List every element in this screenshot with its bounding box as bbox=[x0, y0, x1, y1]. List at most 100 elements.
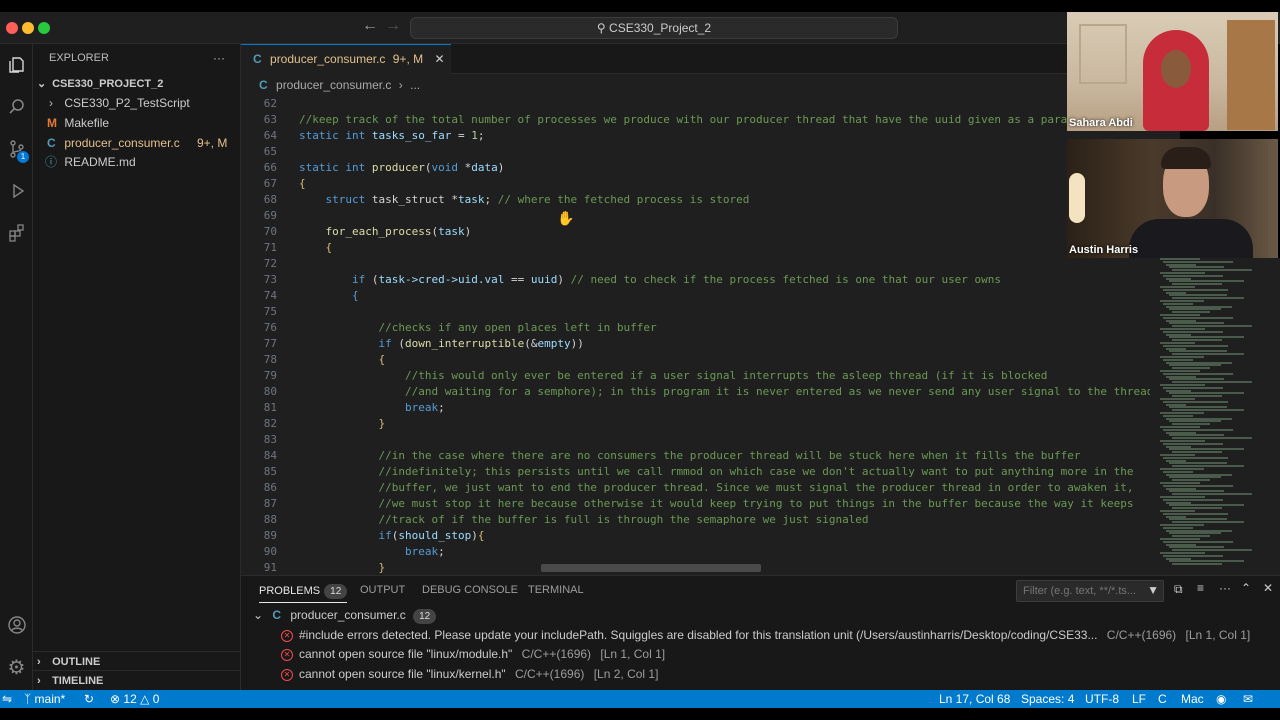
sidebar-item-testscript-folder[interactable]: › CSE330_P2_TestScript bbox=[33, 93, 241, 113]
account-icon[interactable] bbox=[0, 610, 33, 640]
filter-input[interactable]: ▼ bbox=[1016, 580, 1164, 602]
code-line[interactable]: 72 bbox=[241, 256, 1180, 272]
command-center-search[interactable]: ⚲ CSE330_Project_2 bbox=[410, 17, 898, 39]
code-line[interactable]: 86 //buffer, we just want to end the pro… bbox=[241, 480, 1180, 496]
code-token: ; bbox=[484, 193, 498, 206]
sidebar-item-readme[interactable]: ⓘ README.md bbox=[33, 152, 241, 172]
more-actions-icon[interactable]: ··· bbox=[213, 48, 233, 68]
language-status[interactable]: C bbox=[1158, 690, 1167, 708]
back-arrow-icon[interactable]: ← bbox=[362, 17, 378, 35]
minimap-line bbox=[1160, 258, 1200, 260]
code-line[interactable]: 71 { bbox=[241, 240, 1180, 256]
problems-status[interactable]: ⊗ 12 △ 0 bbox=[110, 690, 159, 708]
code-line[interactable]: 74 { bbox=[241, 288, 1180, 304]
source-control-icon[interactable]: 1 bbox=[0, 134, 33, 164]
code-token: ) bbox=[471, 529, 478, 542]
minimap[interactable] bbox=[1150, 258, 1280, 575]
code-line[interactable]: 80 //and waiting for a semphore); in thi… bbox=[241, 384, 1180, 400]
extensions-icon[interactable] bbox=[0, 218, 33, 248]
copy-icon[interactable]: ⧉ bbox=[1174, 582, 1183, 597]
minimap-line bbox=[1160, 454, 1195, 456]
problem-row[interactable]: ✕ cannot open source file "linux/module.h… bbox=[241, 644, 1280, 664]
wall-frame bbox=[1079, 24, 1127, 84]
outline-label: OUTLINE bbox=[52, 656, 101, 668]
timeline-section[interactable]: › TIMELINE bbox=[33, 670, 241, 690]
encoding-status[interactable]: UTF-8 bbox=[1085, 690, 1119, 708]
settings-gear-icon[interactable]: ⚙ bbox=[0, 652, 33, 682]
code-line[interactable]: 87 //we must stop it here because otherw… bbox=[241, 496, 1180, 512]
code-line[interactable]: 78 { bbox=[241, 352, 1180, 368]
code-line[interactable]: 75 bbox=[241, 304, 1180, 320]
code-line[interactable]: 89 if(should_stop){ bbox=[241, 528, 1180, 544]
code-token: static int bbox=[299, 129, 372, 142]
close-panel-icon[interactable]: ✕ bbox=[1263, 581, 1273, 595]
tab-problems[interactable]: PROBLEMS 12 bbox=[259, 584, 348, 603]
filter-field[interactable] bbox=[1017, 581, 1141, 601]
code-line[interactable]: 65 bbox=[241, 144, 1180, 160]
code-line[interactable]: 67 { bbox=[241, 176, 1180, 192]
list-view-icon[interactable]: ≡ bbox=[1197, 581, 1204, 595]
sidebar-item-producer-consumer[interactable]: C producer_consumer.c 9+, M bbox=[33, 133, 241, 153]
maximize-window-button[interactable] bbox=[38, 22, 50, 34]
horizontal-scrollbar[interactable] bbox=[541, 564, 761, 572]
code-line[interactable]: 68 struct task_struct *task; // where th… bbox=[241, 192, 1180, 208]
platform-status[interactable]: Mac bbox=[1181, 690, 1204, 708]
more-actions-icon[interactable]: ··· bbox=[1219, 581, 1231, 595]
code-line[interactable]: 70 for_each_process(task) bbox=[241, 224, 1180, 240]
code-line[interactable]: 79 //this would only ever be entered if … bbox=[241, 368, 1180, 384]
code-line[interactable]: 88 //track of if the buffer is full is t… bbox=[241, 512, 1180, 528]
tab-terminal[interactable]: TERMINAL bbox=[528, 584, 584, 596]
run-debug-icon[interactable] bbox=[0, 176, 33, 206]
line-source: for_each_process(task) bbox=[299, 224, 472, 240]
code-lines[interactable]: 62 63 //keep track of the total number of … bbox=[241, 96, 1180, 575]
forward-arrow-icon[interactable]: → bbox=[385, 17, 401, 35]
remote-icon[interactable]: ⇋ bbox=[2, 690, 12, 708]
workspace-root[interactable]: ⌄ CSE330_PROJECT_2 bbox=[33, 74, 241, 94]
eol-status[interactable]: LF bbox=[1132, 690, 1146, 708]
tab-output[interactable]: OUTPUT bbox=[360, 584, 405, 596]
notifications-bell-icon[interactable]: ✉ bbox=[1243, 690, 1253, 708]
code-line[interactable]: 83 bbox=[241, 432, 1180, 448]
branch-status[interactable]: ᛉ main* bbox=[24, 690, 65, 708]
sidebar-item-makefile[interactable]: M Makefile bbox=[33, 113, 241, 133]
code-line[interactable]: 76 //checks if any open places left in b… bbox=[241, 320, 1180, 336]
filter-icon[interactable]: ▼ bbox=[1147, 583, 1159, 597]
search-sidebar-icon[interactable] bbox=[0, 92, 33, 122]
indentation-status[interactable]: Spaces: 4 bbox=[1021, 690, 1074, 708]
close-window-button[interactable] bbox=[6, 22, 18, 34]
code-token: 1 bbox=[471, 129, 478, 142]
problem-row[interactable]: ✕ #include errors detected. Please update… bbox=[241, 625, 1280, 645]
code-line[interactable]: 90 break; bbox=[241, 544, 1180, 560]
minimize-window-button[interactable] bbox=[22, 22, 34, 34]
breadcrumb-file[interactable]: producer_consumer.c bbox=[276, 78, 391, 92]
sync-icon[interactable]: ↻ bbox=[84, 690, 94, 708]
close-tab-icon[interactable]: ✕ bbox=[434, 52, 444, 66]
problem-group[interactable]: ⌄ C producer_consumer.c 12 bbox=[241, 605, 1280, 625]
code-line[interactable]: 73 if (task->cred->uid.val == uuid) // n… bbox=[241, 272, 1180, 288]
minimap-line bbox=[1169, 560, 1244, 563]
breadcrumb-symbol[interactable]: ... bbox=[410, 78, 420, 92]
maximize-panel-icon[interactable]: ⌃ bbox=[1241, 581, 1251, 595]
code-line[interactable]: 64 static int tasks_so_far = 1; bbox=[241, 128, 1180, 144]
minimap-line bbox=[1166, 333, 1191, 336]
explorer-icon[interactable] bbox=[0, 50, 33, 80]
git-branch-icon: ᛉ bbox=[24, 692, 32, 706]
code-line[interactable]: 69 bbox=[241, 208, 1180, 224]
code-line[interactable]: 62 bbox=[241, 96, 1180, 112]
tab-debug-console[interactable]: DEBUG CONSOLE bbox=[422, 584, 518, 596]
minimap-line bbox=[1160, 356, 1204, 358]
code-line[interactable]: 63 //keep track of the total number of pr… bbox=[241, 112, 1180, 128]
tab-producer-consumer[interactable]: C producer_consumer.c 9+, M ✕ bbox=[241, 44, 451, 74]
code-line[interactable]: 66 static int producer(void *data) bbox=[241, 160, 1180, 176]
code-line[interactable]: 81 break; bbox=[241, 400, 1180, 416]
code-line[interactable]: 77 if (down_interruptible(&empty)) bbox=[241, 336, 1180, 352]
code-line[interactable]: 82 } bbox=[241, 416, 1180, 432]
outline-section[interactable]: › OUTLINE bbox=[33, 651, 241, 671]
copilot-icon[interactable]: ◉ bbox=[1216, 690, 1226, 708]
line-number: 83 bbox=[263, 433, 277, 446]
problem-row[interactable]: ✕ cannot open source file "linux/kernel.h… bbox=[241, 664, 1280, 684]
cursor-position[interactable]: Ln 17, Col 68 bbox=[939, 690, 1010, 708]
code-line[interactable]: 85 //indefinitely; this persists until w… bbox=[241, 464, 1180, 480]
code-line[interactable]: 84 //in the case where there are no cons… bbox=[241, 448, 1180, 464]
